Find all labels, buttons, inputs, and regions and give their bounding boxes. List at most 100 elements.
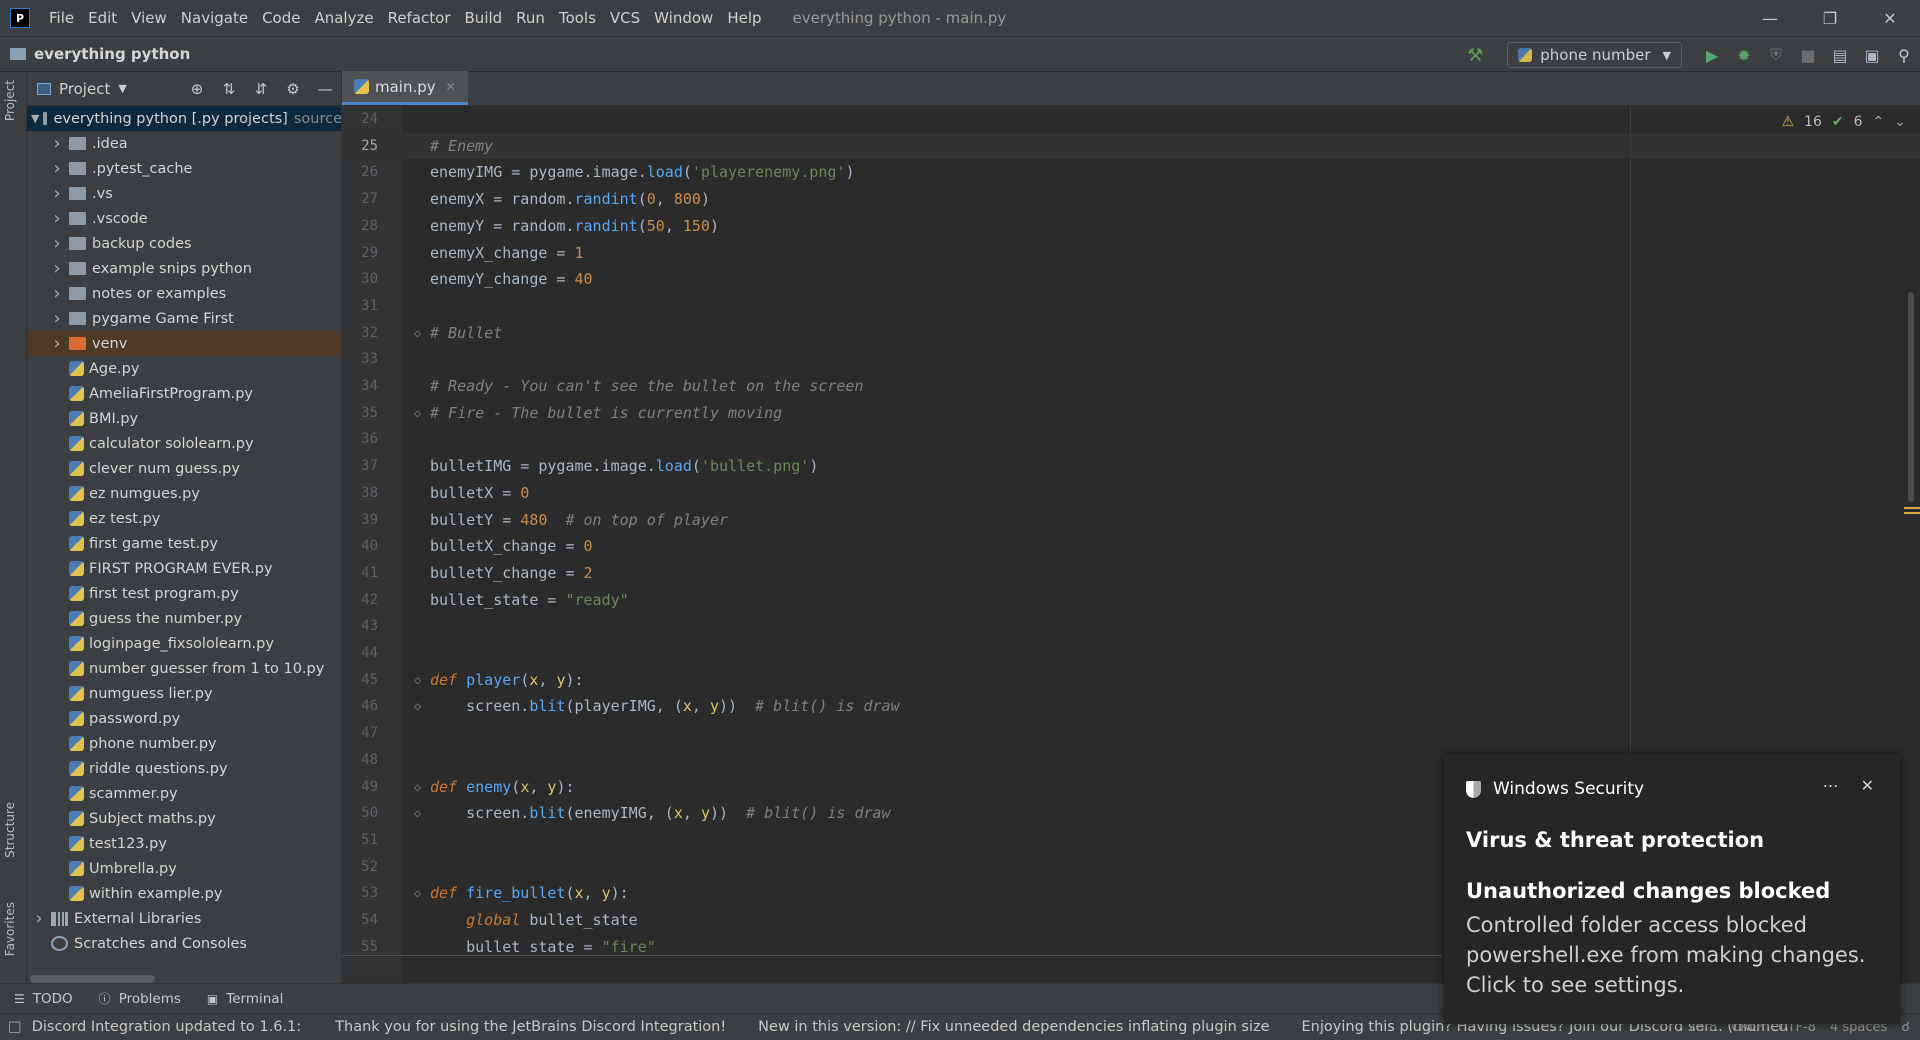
- tree-folder[interactable]: › notes or examples: [27, 281, 341, 306]
- restore-icon[interactable]: ❐: [1800, 0, 1860, 36]
- menu-build[interactable]: Build: [458, 0, 510, 36]
- tab-main-py[interactable]: main.py ✕: [342, 71, 468, 105]
- tree-file[interactable]: clever num guess.py: [27, 456, 341, 481]
- code-line[interactable]: 36: [342, 426, 1920, 452]
- close-tab-icon[interactable]: ✕: [446, 80, 456, 94]
- tree-file[interactable]: within example.py: [27, 881, 341, 906]
- chevron-right-icon[interactable]: ›: [49, 258, 65, 279]
- code-line[interactable]: 33: [342, 346, 1920, 372]
- tree-file[interactable]: first game test.py: [27, 531, 341, 556]
- project-structure-icon[interactable]: ▤: [1824, 37, 1856, 73]
- tab-problems[interactable]: ⓘ Problems: [99, 990, 181, 1007]
- status-message-3[interactable]: New in this version: // Fix unneeded dep…: [758, 1019, 1269, 1035]
- fold-marker-icon[interactable]: ◇: [414, 774, 421, 800]
- fold-marker-icon[interactable]: ◇: [414, 320, 421, 346]
- search-icon[interactable]: ⚲: [1888, 37, 1920, 73]
- tree-file[interactable]: FIRST PROGRAM EVER.py: [27, 556, 341, 581]
- menu-file[interactable]: File: [42, 0, 81, 36]
- code-line[interactable]: 40 bulletX_change = 0: [342, 533, 1920, 559]
- code-line[interactable]: 41 bulletY_change = 2: [342, 560, 1920, 586]
- code-line[interactable]: 42 bullet_state = "ready": [342, 587, 1920, 613]
- menu-refactor[interactable]: Refactor: [381, 0, 458, 36]
- chevron-down-icon[interactable]: ⌄: [1894, 114, 1906, 130]
- tree-file[interactable]: ez numgues.py: [27, 481, 341, 506]
- coverage-icon[interactable]: ⛨: [1760, 37, 1792, 73]
- inspection-widget[interactable]: ⚠ 16 ✔ 6 ⌃ ⌄: [1781, 114, 1906, 130]
- code-line[interactable]: 38 bulletX = 0: [342, 480, 1920, 506]
- horizontal-scrollbar[interactable]: [30, 975, 155, 983]
- tree-file[interactable]: guess the number.py: [27, 606, 341, 631]
- project-view-select[interactable]: Project ▼: [37, 80, 127, 98]
- chevron-right-icon[interactable]: ›: [31, 908, 47, 929]
- tree-folder[interactable]: › .idea: [27, 131, 341, 156]
- tree-file[interactable]: ez test.py: [27, 506, 341, 531]
- chevron-right-icon[interactable]: ›: [49, 333, 65, 354]
- fold-marker-icon[interactable]: ◇: [414, 880, 421, 906]
- tree-file[interactable]: phone number.py: [27, 731, 341, 756]
- favorites-tool-tab[interactable]: Favorites: [3, 902, 17, 956]
- menu-edit[interactable]: Edit: [81, 0, 124, 36]
- code-line[interactable]: 46 ◇ screen.blit(playerIMG, (x, y)) # bli…: [342, 693, 1920, 719]
- tree-root[interactable]: ▼ everything python [.py projects] source: [27, 106, 341, 131]
- windows-security-notification[interactable]: Windows Security ⋯ ✕ Virus & threat prot…: [1444, 754, 1900, 1024]
- tree-file[interactable]: numguess lier.py: [27, 681, 341, 706]
- fold-marker-icon[interactable]: ◇: [414, 693, 421, 719]
- fold-marker-icon[interactable]: ◇: [414, 400, 421, 426]
- error-stripe-mark[interactable]: [1904, 512, 1920, 514]
- tree-file[interactable]: test123.py: [27, 831, 341, 856]
- hide-icon[interactable]: —: [309, 80, 341, 98]
- more-options-icon[interactable]: ⋯: [1823, 776, 1839, 795]
- chevron-right-icon[interactable]: ›: [49, 158, 65, 179]
- expand-all-icon[interactable]: ⇅: [213, 80, 245, 98]
- fold-marker-icon[interactable]: ◇: [414, 800, 421, 826]
- tree-file[interactable]: loginpage_fixsololearn.py: [27, 631, 341, 656]
- collapse-all-icon[interactable]: ⇵: [245, 80, 277, 98]
- fold-marker-icon[interactable]: ◇: [414, 667, 421, 693]
- tree-file[interactable]: scammer.py: [27, 781, 341, 806]
- run-icon[interactable]: ▶: [1696, 37, 1728, 73]
- tree-folder[interactable]: › .vscode: [27, 206, 341, 231]
- tree-file[interactable]: number guesser from 1 to 10.py: [27, 656, 341, 681]
- menu-code[interactable]: Code: [255, 0, 307, 36]
- tree-file[interactable]: Subject maths.py: [27, 806, 341, 831]
- status-message-2[interactable]: Thank you for using the JetBrains Discor…: [335, 1019, 726, 1035]
- tree-folder[interactable]: › pygame Game First: [27, 306, 341, 331]
- menu-view[interactable]: View: [124, 0, 174, 36]
- code-line[interactable]: 24: [342, 106, 1920, 132]
- tree-external-libraries[interactable]: › External Libraries: [27, 906, 341, 931]
- code-line[interactable]: 34 # Ready - You can't see the bullet on …: [342, 373, 1920, 399]
- run-configuration-select[interactable]: phone number ▼: [1507, 42, 1682, 68]
- tree-file[interactable]: Umbrella.py: [27, 856, 341, 881]
- status-message[interactable]: Discord Integration updated to 1.6.1:: [32, 1019, 301, 1035]
- locate-icon[interactable]: ⊕: [181, 80, 213, 98]
- chevron-right-icon[interactable]: ›: [49, 283, 65, 304]
- error-stripe-mark[interactable]: [1904, 507, 1920, 509]
- code-line[interactable]: 28 enemyY = random.randint(50, 150): [342, 213, 1920, 239]
- code-line[interactable]: 31: [342, 293, 1920, 319]
- code-line[interactable]: 32 ◇ # Bullet: [342, 320, 1920, 346]
- code-line[interactable]: 35 ◇ # Fire - The bullet is currently movi…: [342, 400, 1920, 426]
- tree-file[interactable]: riddle questions.py: [27, 756, 341, 781]
- tree-file[interactable]: password.py: [27, 706, 341, 731]
- code-line[interactable]: 45 ◇ def player(x, y):: [342, 667, 1920, 693]
- tree-scratches[interactable]: Scratches and Consoles: [27, 931, 341, 956]
- tree-folder[interactable]: › example snips python: [27, 256, 341, 281]
- tree-file[interactable]: AmeliaFirstProgram.py: [27, 381, 341, 406]
- chevron-right-icon[interactable]: ›: [49, 208, 65, 229]
- chevron-right-icon[interactable]: ›: [49, 308, 65, 329]
- tree-folder[interactable]: › .pytest_cache: [27, 156, 341, 181]
- code-line[interactable]: 29 enemyX_change = 1: [342, 240, 1920, 266]
- tree-folder[interactable]: › backup codes: [27, 231, 341, 256]
- project-tool-tab[interactable]: Project: [3, 80, 17, 121]
- chevron-up-icon[interactable]: ⌃: [1873, 114, 1885, 130]
- tab-todo[interactable]: ☰ TODO: [14, 991, 73, 1007]
- menu-vcs[interactable]: VCS: [603, 0, 647, 36]
- minimize-icon[interactable]: —: [1740, 0, 1800, 36]
- code-line[interactable]: 27 enemyX = random.randint(0, 800): [342, 186, 1920, 212]
- close-icon[interactable]: ✕: [1860, 0, 1920, 36]
- lock-icon[interactable]: ☌: [1901, 1020, 1910, 1035]
- code-line[interactable]: 25 # Enemy: [342, 132, 1920, 159]
- menu-help[interactable]: Help: [720, 0, 768, 36]
- chevron-right-icon[interactable]: ›: [49, 233, 65, 254]
- code-line[interactable]: 30 enemyY_change = 40: [342, 266, 1920, 292]
